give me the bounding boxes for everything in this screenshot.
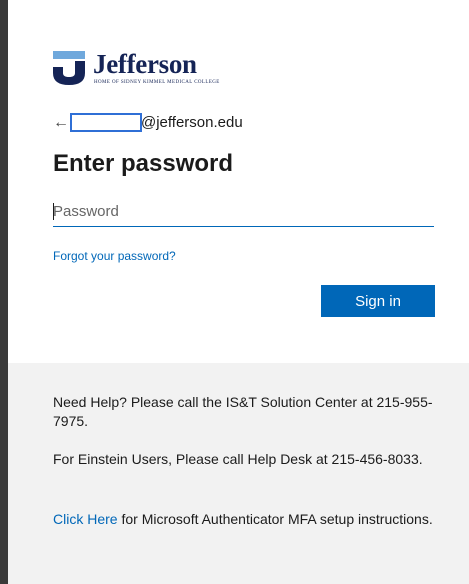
help-section: Need Help? Please call the IS&T Solution… xyxy=(8,363,469,584)
jefferson-shield-icon xyxy=(53,51,85,85)
sign-in-card: Jefferson HOME OF SIDNEY KIMMEL MEDICAL … xyxy=(8,0,469,584)
forgot-password-link[interactable]: Forgot your password? xyxy=(53,249,176,263)
email-domain: @jefferson.edu xyxy=(141,114,243,131)
sign-in-button[interactable]: Sign in xyxy=(321,285,435,317)
click-here-link[interactable]: Click Here xyxy=(53,511,118,527)
redacted-username xyxy=(70,113,142,132)
password-field[interactable] xyxy=(53,198,434,224)
mfa-instructions-text: for Microsoft Authenticator MFA setup in… xyxy=(117,511,433,527)
arrow-left-icon[interactable]: ← xyxy=(53,114,69,132)
help-text-mfa: Click Here for Microsoft Authenticator M… xyxy=(53,510,433,529)
sign-in-panel: Jefferson HOME OF SIDNEY KIMMEL MEDICAL … xyxy=(8,0,469,363)
password-field-container xyxy=(53,198,434,227)
logo-tagline: HOME OF SIDNEY KIMMEL MEDICAL COLLEGE xyxy=(94,80,220,85)
help-text-einstein: For Einstein Users, Please call Help Des… xyxy=(53,451,423,467)
window-edge xyxy=(0,0,8,584)
page-title: Enter password xyxy=(53,150,234,177)
text-caret xyxy=(53,203,54,220)
logo-wordmark: Jefferson xyxy=(93,49,197,79)
help-text-ist: Need Help? Please call the IS&T Solution… xyxy=(53,394,433,429)
